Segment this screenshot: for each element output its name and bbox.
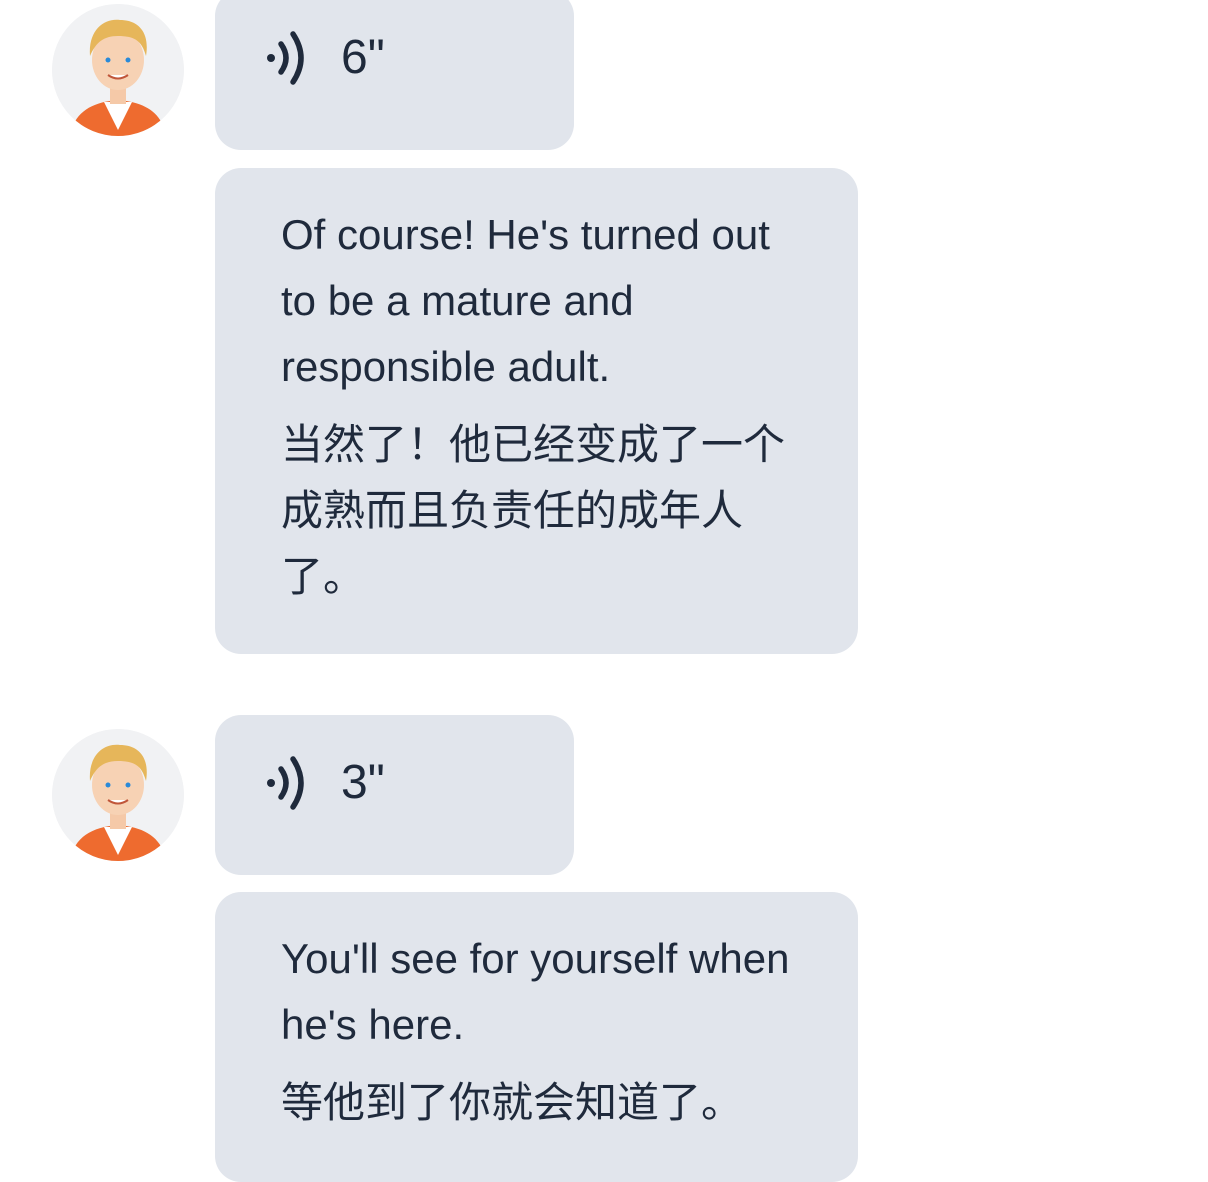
avatar-person-icon xyxy=(52,729,184,861)
message-english-text: You'll see for yourself when he's here. xyxy=(281,935,790,1048)
avatar[interactable] xyxy=(52,729,184,861)
audio-message-bubble[interactable]: 3" xyxy=(215,715,574,875)
avatar[interactable] xyxy=(52,4,184,136)
message-english-text: Of course! He's turned out to be a matur… xyxy=(281,211,770,390)
message-chinese-translation: 当然了！他已经变成了一个成熟而且负责任的成年人了。 xyxy=(281,420,786,601)
text-message-bubble[interactable]: Of course! He's turned out to be a matur… xyxy=(215,168,858,654)
avatar-person-icon xyxy=(52,4,184,136)
audio-duration: 6" xyxy=(341,31,385,84)
speaker-waves-icon xyxy=(267,756,304,810)
audio-duration: 3" xyxy=(341,756,385,809)
audio-message-bubble[interactable]: 6" xyxy=(215,0,574,150)
text-message-bubble[interactable]: You'll see for yourself when he's here. … xyxy=(215,892,858,1182)
speaker-waves-icon xyxy=(267,31,304,85)
message-chinese-translation: 等他到了你就会知道了。 xyxy=(281,1078,744,1127)
